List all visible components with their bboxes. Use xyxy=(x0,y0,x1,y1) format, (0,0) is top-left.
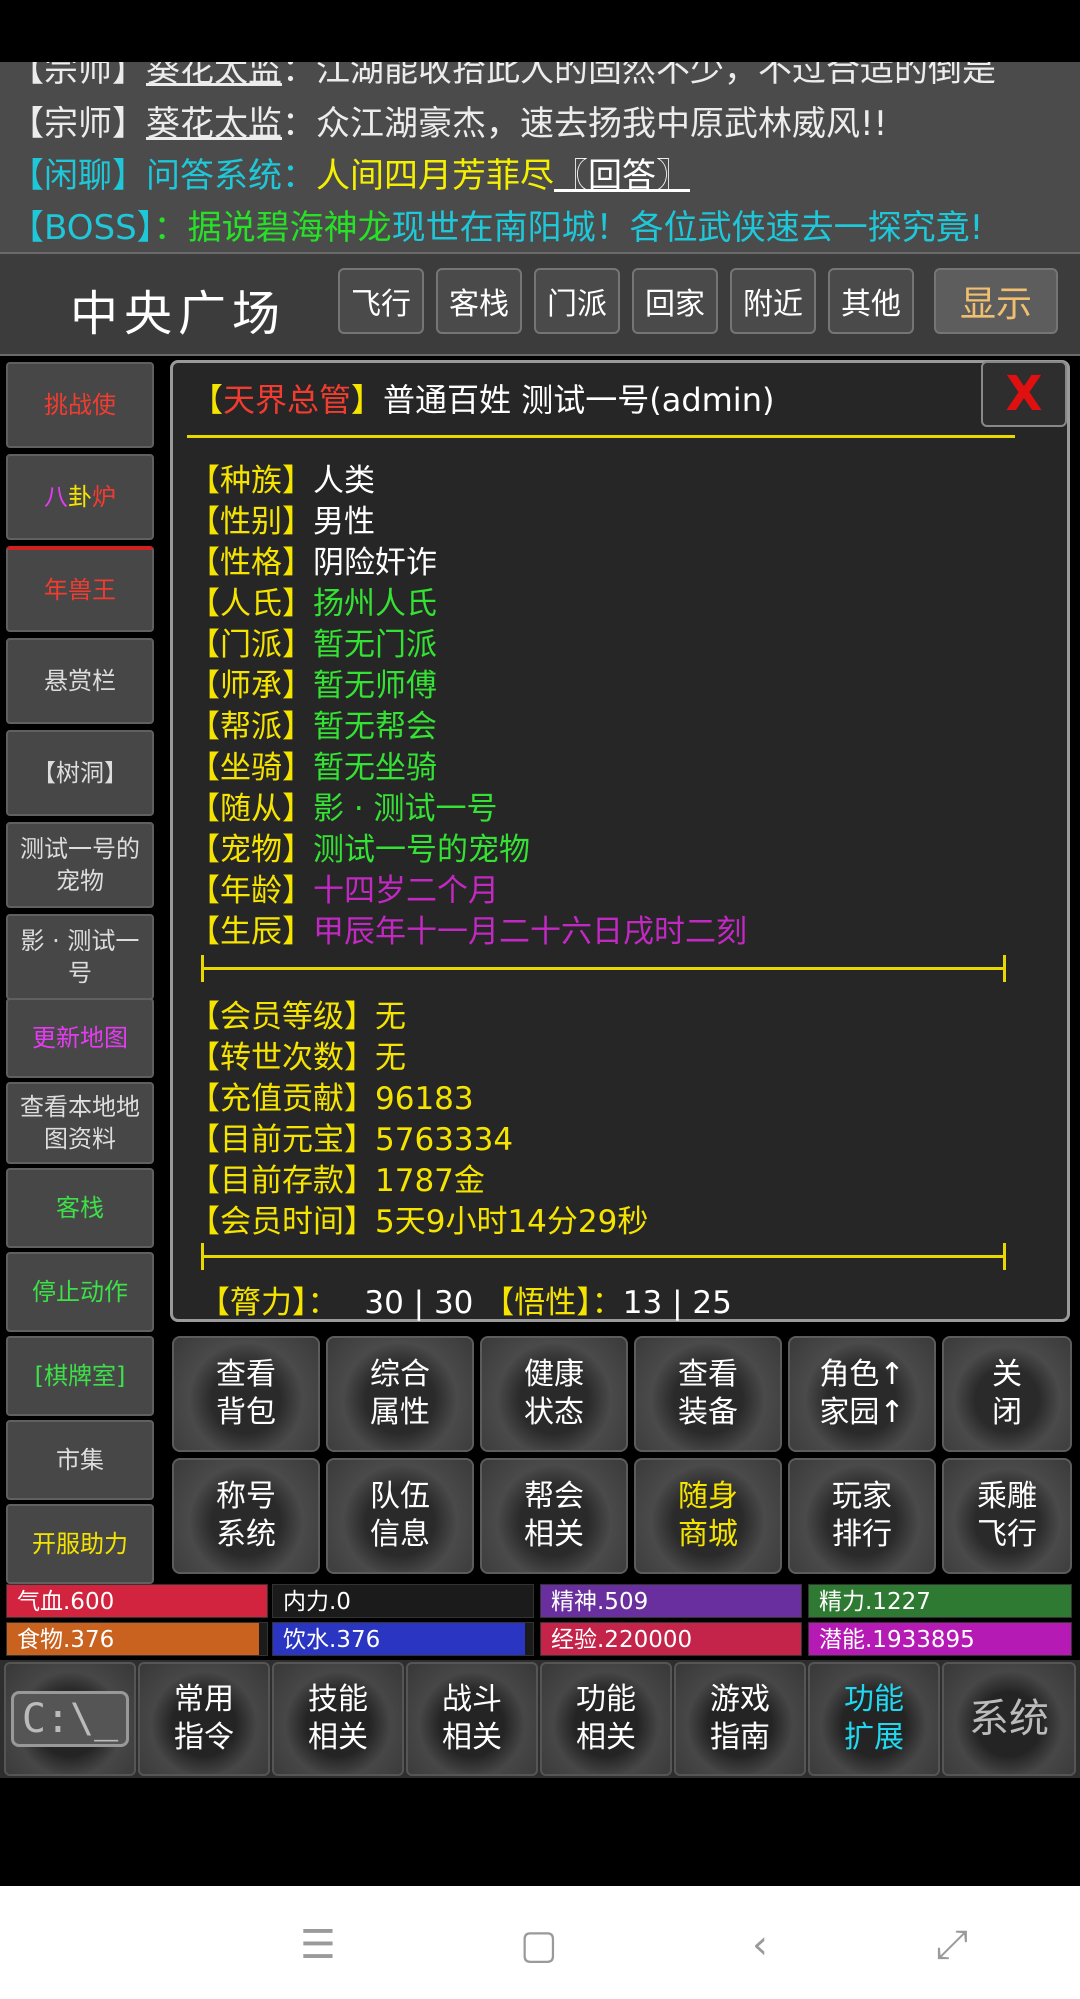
sidebar-item-bagua-furnace[interactable]: 八卦炉 xyxy=(6,454,154,540)
sidebar-item-market[interactable]: 市集 xyxy=(6,1420,154,1500)
player-link[interactable]: 葵花太监 xyxy=(146,104,282,144)
sect-button[interactable]: 门派 xyxy=(534,268,620,334)
combat-button[interactable]: 战斗 相关 xyxy=(406,1662,538,1776)
close-button[interactable]: 关闭 xyxy=(942,1336,1072,1452)
water-bar: 饮水.376 xyxy=(272,1622,534,1656)
nearby-button[interactable]: 附近 xyxy=(730,268,816,334)
mp-bar: 内力.0 xyxy=(272,1584,534,1618)
guild-button[interactable]: 帮会 相关 xyxy=(480,1458,628,1574)
sidebar-item-nian-beast[interactable]: 年兽王 xyxy=(6,546,154,632)
food-bar: 食物.376 xyxy=(6,1622,268,1656)
player-link[interactable]: 葵花太监 xyxy=(146,62,282,90)
shop-button[interactable]: 随身 商城 xyxy=(634,1458,782,1574)
follower-link[interactable]: 影 · 测试一号 xyxy=(313,791,498,827)
bottom-nav: C:\_ 常用 指令 技能 相关 战斗 相关 功能 相关 游戏 指南 功能 扩展 系统 xyxy=(0,1660,1080,1778)
view-bag-button[interactable]: 查看 背包 xyxy=(172,1336,320,1452)
attr-row: 【帮派】暂无帮会 xyxy=(189,709,437,745)
back-icon[interactable]: ‹ xyxy=(752,1922,768,1968)
eagle-fly-button[interactable]: 乘雕 飞行 xyxy=(942,1458,1072,1574)
sidebar-item-follower[interactable]: 影 · 测试一号 xyxy=(6,914,154,1000)
answer-link[interactable]: 〖回答〗 xyxy=(554,156,690,196)
account-row: 【目前元宝】5763334 xyxy=(189,1122,514,1158)
attr-row: 【人氏】扬州人氏 xyxy=(189,586,437,622)
chat-line: 【BOSS】：据说碧海神龙现世在南阳城！各位武侠速去一探究竟! xyxy=(10,208,984,248)
account-row: 【充值贡献】96183 xyxy=(189,1081,474,1117)
menu-icon[interactable]: ☰ xyxy=(300,1922,336,1968)
fly-button[interactable]: 飞行 xyxy=(338,268,424,334)
chat-line: 【闲聊】问答系统：人间四月芳菲尽〖回答〗 xyxy=(10,156,690,196)
attr-row: 【生辰】甲辰年十一月二十六日戌时二刻 xyxy=(189,914,747,950)
home-icon[interactable]: ▢ xyxy=(520,1922,558,1968)
location-title: 中央广场 xyxy=(70,286,287,342)
sidebar-item-chess-room[interactable]: [棋牌室] xyxy=(6,1336,154,1416)
other-button[interactable]: 其他 xyxy=(828,268,914,334)
view-equipment-button[interactable]: 查看 装备 xyxy=(634,1336,782,1452)
potential-bar: 潜能.1933895 xyxy=(808,1622,1072,1656)
sidebar-item-tree-hole[interactable]: 【树洞】 xyxy=(6,730,154,816)
attr-row: 【随从】影 · 测试一号 xyxy=(189,791,498,827)
common-commands-button[interactable]: 常用 指令 xyxy=(138,1662,270,1776)
role-home-button[interactable]: 角色↑ 家园↑ xyxy=(788,1336,936,1452)
attributes-button[interactable]: 综合 属性 xyxy=(326,1336,474,1452)
attr-row: 【性格】阴险奸诈 xyxy=(189,545,437,581)
attr-row: 【门派】暂无门派 xyxy=(189,627,437,663)
chat-ticker: 【宗师】葵花太监：江湖能收拾此人的固然不少，不过合适的倒是 【宗师】葵花太监：众… xyxy=(0,62,1080,252)
account-row: 【会员等级】无 xyxy=(189,999,406,1035)
sidebar-item-stop-action[interactable]: 停止动作 xyxy=(6,1252,154,1332)
game-guide-button[interactable]: 游戏 指南 xyxy=(674,1662,806,1776)
section-divider xyxy=(201,955,1006,982)
title-system-button[interactable]: 称号 系统 xyxy=(172,1458,320,1574)
system-gear-icon[interactable]: 系统 xyxy=(942,1662,1076,1776)
account-row: 【转世次数】无 xyxy=(189,1040,406,1076)
team-info-button[interactable]: 队伍 信息 xyxy=(326,1458,474,1574)
game-screen: 【宗师】葵花太监：江湖能收拾此人的固然不少，不过合适的倒是 【宗师】葵花太监：众… xyxy=(0,0,1080,1999)
sidebar-item-bounty[interactable]: 悬赏栏 xyxy=(6,638,154,724)
sidebar-item-pet[interactable]: 测试一号的宠物 xyxy=(6,822,154,908)
chat-line: 【宗师】葵花太监：江湖能收拾此人的固然不少，不过合适的倒是 xyxy=(10,62,996,91)
section-divider xyxy=(201,1243,1006,1270)
skills-button[interactable]: 技能 相关 xyxy=(272,1662,404,1776)
pet-link[interactable]: 测试一号的宠物 xyxy=(313,832,530,868)
location-bar: 中央广场 飞行 客栈 门派 回家 附近 其他 显示 xyxy=(0,252,1080,356)
hp-bar: 气血.600 xyxy=(6,1584,268,1618)
home-button[interactable]: 回家 xyxy=(632,268,718,334)
attr-row: 【性别】男性 xyxy=(189,504,375,540)
header-divider xyxy=(187,435,1015,438)
exp-bar: 经验.220000 xyxy=(540,1622,802,1656)
command-console-icon[interactable]: C:\_ xyxy=(4,1662,136,1776)
stat-footer: 【膂力】： 30 | 30 【悟性】：13 | 25 xyxy=(199,1285,732,1321)
account-row: 【目前存款】1787金 xyxy=(189,1163,485,1199)
attr-row: 【年龄】十四岁二个月 xyxy=(189,873,499,909)
sidebar-item-local-map[interactable]: 查看本地地图资料 xyxy=(6,1082,154,1164)
attr-row: 【宠物】测试一号的宠物 xyxy=(189,832,530,868)
functions-button[interactable]: 功能 相关 xyxy=(540,1662,672,1776)
inn-button[interactable]: 客栈 xyxy=(436,268,522,334)
attr-row: 【师承】暂无师傅 xyxy=(189,668,437,704)
extensions-button[interactable]: 功能 扩展 xyxy=(808,1662,940,1776)
health-status-button[interactable]: 健康 状态 xyxy=(480,1336,628,1452)
character-info-panel: 【天界总管】普通百姓 测试一号(admin) X 【种族】人类 【性别】男性 【… xyxy=(170,360,1070,1322)
attr-row: 【种族】人类 xyxy=(189,463,375,499)
show-button[interactable]: 显示 xyxy=(934,268,1058,334)
fullscreen-icon[interactable]: ⤢ xyxy=(936,1922,968,1968)
account-row: 【会员时间】5天9小时14分29秒 xyxy=(189,1204,649,1240)
sidebar-item-challenger[interactable]: 挑战使 xyxy=(6,362,154,448)
ranking-button[interactable]: 玩家 排行 xyxy=(788,1458,936,1574)
attr-row: 【坐骑】暂无坐骑 xyxy=(189,750,437,786)
android-nav-bar: ☰ ▢ ‹ ⤢ xyxy=(0,1886,1080,1999)
chat-line: 【宗师】葵花太监：众江湖豪杰，速去扬我中原武林威风!! xyxy=(10,104,888,144)
sidebar-item-inn[interactable]: 客栈 xyxy=(6,1168,154,1248)
sidebar-item-update-map[interactable]: 更新地图 xyxy=(6,998,154,1078)
status-bar-area xyxy=(0,0,1080,62)
stamina-bar: 精力.1227 xyxy=(808,1584,1072,1618)
spirit-bar: 精神.509 xyxy=(540,1584,802,1618)
sidebar-item-server-boost[interactable]: 开服助力 xyxy=(6,1504,154,1584)
close-icon[interactable]: X xyxy=(981,361,1067,427)
panel-title: 【天界总管】普通百姓 测试一号(admin) xyxy=(191,381,775,419)
